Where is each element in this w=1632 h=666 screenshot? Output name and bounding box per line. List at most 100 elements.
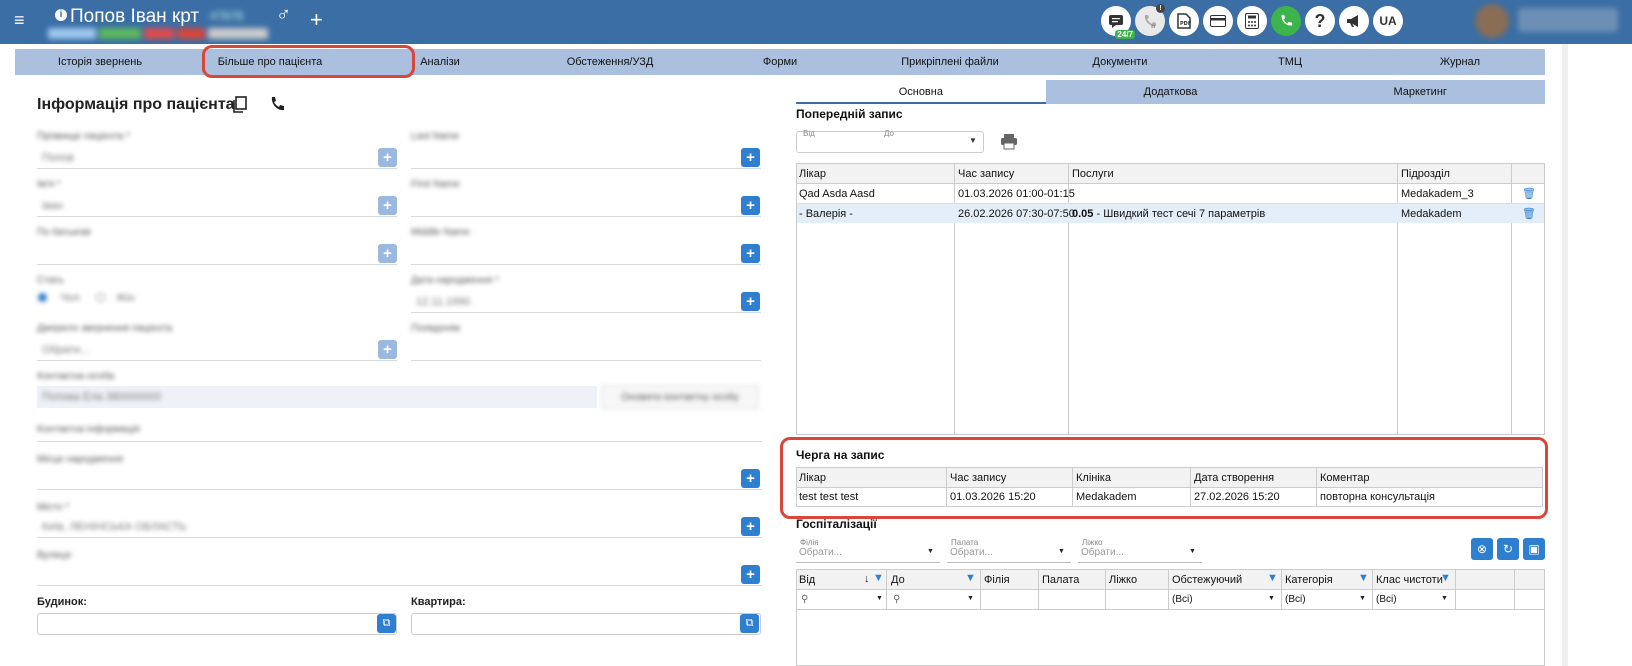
building-input[interactable] [37,613,397,635]
announce-icon[interactable] [1339,6,1369,36]
tab-examinations[interactable]: Обстеження/УЗД [525,49,695,75]
appointment-unit[interactable]: Medakadem_3 [1401,188,1474,200]
cleanliness-filter[interactable]: (Всі) [1376,594,1397,605]
copy-icon[interactable] [232,96,248,119]
middle-name-field[interactable] [37,243,397,265]
first-name-en-field[interactable] [411,195,761,217]
col-queue-comment[interactable]: Коментар [1320,472,1369,484]
help-icon[interactable]: ? [1305,6,1335,36]
tab-tmc[interactable]: ТМЦ [1205,49,1375,75]
add-first-name-en-button[interactable]: + [741,196,760,215]
apartment-copy-icon[interactable]: ⧉ [740,614,759,633]
add-birth-place-button[interactable]: + [741,469,760,488]
col-services[interactable]: Послуги [1072,168,1114,180]
col-hosp-bed[interactable]: Ліжко [1109,574,1137,586]
col-doctor[interactable]: Лікар [799,168,826,180]
middle-name-en-field[interactable] [411,243,761,265]
sort-icon[interactable]: ↓ [864,573,870,585]
user-name[interactable] [1518,8,1618,32]
subtab-main[interactable]: Основна [796,80,1046,104]
appointment-unit[interactable]: Medakadem [1401,208,1462,220]
dropdown-icon[interactable]: ▼ [1359,595,1366,602]
filter-icon[interactable]: ▼ [1267,572,1278,584]
delete-icon[interactable]: 🗑 [1522,207,1536,220]
pdf-icon[interactable]: PDF [1169,6,1199,36]
filter-icon[interactable]: ▼ [873,572,884,584]
col-unit[interactable]: Підрозділ [1401,168,1450,180]
category-filter[interactable]: (Всі) [1285,594,1306,605]
col-queue-clinic[interactable]: Клініка [1076,472,1111,484]
subtab-additional[interactable]: Додаткова [1045,80,1296,104]
tab-journal[interactable]: Журнал [1375,49,1545,75]
col-hosp-cleanliness[interactable]: Клас чистоти [1376,574,1443,586]
col-hosp-examiner[interactable]: Обстежуючий [1172,574,1242,586]
appointment-time[interactable]: 01.03.2026 01:00-01:15 [958,188,1075,200]
clear-icon[interactable]: ⊗ [1471,538,1493,560]
last-name-field[interactable] [37,147,397,169]
add-first-name-button[interactable]: + [378,196,397,215]
add-middle-name-button[interactable]: + [378,244,397,263]
branch-dropdown-icon[interactable]: ▼ [927,548,934,555]
appointment-doctor[interactable]: Qad Asda Aasd [799,188,875,200]
dropdown-icon[interactable]: ▼ [1441,595,1448,602]
card-icon[interactable] [1203,6,1233,36]
bed-dropdown-icon[interactable]: ▼ [1189,548,1196,555]
source-field[interactable] [37,339,397,361]
filter-icon[interactable]: ▼ [965,572,976,584]
col-hosp-branch[interactable]: Філія [984,574,1010,586]
save-icon[interactable]: ▣ [1523,538,1545,560]
col-queue-doctor[interactable]: Лікар [799,472,826,484]
dropdown-icon[interactable]: ▼ [876,595,883,602]
nickname-field[interactable] [411,339,761,361]
add-source-button[interactable]: + [378,340,397,359]
phone-icon[interactable] [1271,6,1301,36]
add-last-name-en-button[interactable]: + [741,148,760,167]
add-street-button[interactable]: + [741,565,760,584]
refresh-icon[interactable]: ↻ [1497,538,1519,560]
no-call-icon[interactable]: n ! [1135,4,1165,36]
menu-icon[interactable]: ≡ [14,10,25,31]
dropdown-icon[interactable]: ▼ [967,595,974,602]
building-copy-icon[interactable]: ⧉ [377,614,396,633]
update-contact-button[interactable]: Оновити контактну особу [601,385,759,409]
col-hosp-ward[interactable]: Палата [1042,574,1079,586]
add-middle-name-en-button[interactable]: + [741,244,760,263]
add-birth-date-button[interactable]: + [741,292,760,311]
appointment-time[interactable]: 26.02.2026 07:30-07:50 [958,208,1075,220]
queue-created[interactable]: 27.02.2026 15:20 [1194,491,1280,503]
avatar[interactable] [1475,4,1509,38]
scrollbar[interactable] [1562,44,1568,666]
info-icon[interactable]: i [55,9,67,21]
search-icon[interactable]: ⚲ [801,594,808,605]
col-time[interactable]: Час запису [958,168,1014,180]
tab-forms[interactable]: Форми [695,49,865,75]
date-range-dropdown-icon[interactable]: ▼ [969,136,977,145]
search-icon[interactable]: ⚲ [893,594,900,605]
queue-doctor[interactable]: test test test [799,491,858,503]
col-hosp-to[interactable]: До [891,574,905,586]
appointment-service[interactable]: 0.05 - Швидкий тест сечі 7 параметрів [1072,208,1265,220]
dropdown-icon[interactable]: ▼ [1268,595,1275,602]
filter-icon[interactable]: ▼ [1440,572,1451,584]
print-icon[interactable] [1000,133,1018,153]
examiner-filter[interactable]: (Всі) [1172,594,1193,605]
chat-icon[interactable]: 24/7 [1101,6,1135,39]
delete-icon[interactable]: 🗑 [1522,187,1536,200]
language-button[interactable]: UA [1373,6,1403,36]
tab-history[interactable]: Історія звернень [15,49,185,75]
tab-attached-files[interactable]: Прикріплені файли [865,49,1035,75]
add-last-name-button[interactable]: + [378,148,397,167]
queue-time[interactable]: 01.03.2026 15:20 [950,491,1036,503]
filter-icon[interactable]: ▼ [1358,572,1369,584]
col-hosp-category[interactable]: Категорія [1285,574,1333,586]
apartment-input[interactable] [411,613,761,635]
gender-male-radio[interactable] [38,293,47,302]
col-hosp-from[interactable]: Від [799,574,815,586]
subtab-marketing[interactable]: Маркетинг [1295,80,1546,104]
add-icon[interactable]: + [310,7,323,33]
contact-info-field[interactable] [37,420,762,442]
calculator-icon[interactable] [1237,6,1267,36]
queue-clinic[interactable]: Medakadem [1076,491,1137,503]
col-queue-created[interactable]: Дата створення [1194,472,1274,484]
first-name-field[interactable] [37,195,397,217]
